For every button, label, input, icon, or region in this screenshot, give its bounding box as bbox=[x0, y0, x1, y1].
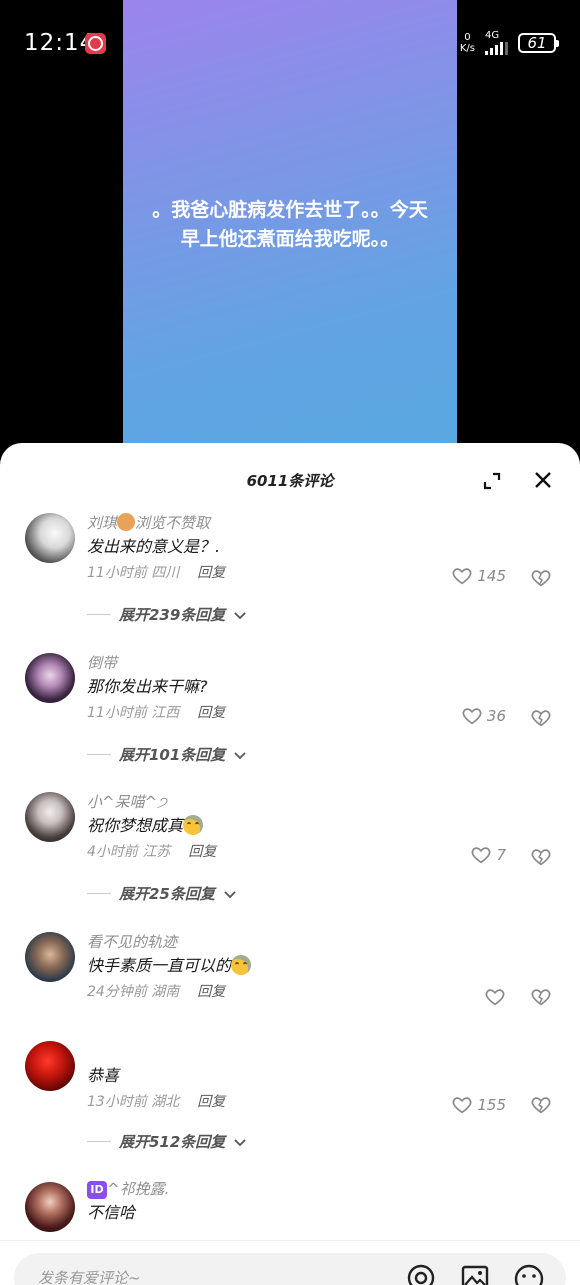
network-type: 4G bbox=[485, 30, 500, 41]
expand-replies-label: 展开512条回复 bbox=[119, 1133, 226, 1151]
username-text: 刘琪 bbox=[87, 514, 118, 532]
heart-icon bbox=[452, 1097, 472, 1114]
heart-icon bbox=[472, 847, 491, 864]
comment-time: 11小时前 bbox=[87, 705, 147, 721]
comment-username[interactable]: 看不见的轨迹 bbox=[87, 931, 560, 953]
comment-input-placeholder: 发条有爱评论~ bbox=[38, 1269, 141, 1285]
video-player[interactable]: 。我爸心脏病发作去世了。。今天早上他还煮面给我吃呢。。 bbox=[123, 0, 457, 460]
comment-text: 那你发出来干嘛? bbox=[87, 677, 208, 696]
battery-level: 61 bbox=[527, 34, 547, 52]
expand-replies-label: 展开25条回复 bbox=[119, 885, 215, 903]
avatar[interactable] bbox=[25, 1041, 75, 1091]
expand-replies-button[interactable]: 展开101条回复 bbox=[87, 744, 247, 765]
avatar[interactable] bbox=[25, 653, 75, 703]
video-caption: 。我爸心脏病发作去世了。。今天早上他还煮面给我吃呢。。 bbox=[152, 199, 428, 250]
comment-location: 湖南 bbox=[151, 984, 180, 1000]
comment-time: 13小时前 bbox=[87, 1094, 147, 1110]
comment-text-content: 祝你梦想成真 bbox=[87, 816, 184, 835]
reply-button[interactable]: 回复 bbox=[197, 565, 225, 581]
like-button[interactable]: 7 bbox=[470, 844, 506, 866]
username-suffix: 浏览不赞取 bbox=[135, 514, 211, 532]
crying-laughing-emoji-icon bbox=[183, 815, 204, 835]
id-badge: ID bbox=[87, 1181, 107, 1199]
comment-text: 发出来的意义是？. bbox=[87, 537, 221, 556]
cellular-signal-icon: 4G bbox=[485, 31, 508, 55]
crying-laughing-emoji-icon bbox=[231, 955, 252, 975]
chevron-down-icon bbox=[224, 890, 236, 898]
divider-line bbox=[87, 754, 111, 755]
chevron-down-icon bbox=[234, 1138, 246, 1146]
image-icon[interactable] bbox=[460, 1263, 490, 1285]
like-button[interactable] bbox=[484, 986, 506, 1008]
broken-heart-icon[interactable] bbox=[530, 1094, 552, 1116]
comment-text: 恭喜 bbox=[87, 1066, 120, 1085]
comment-location: 四川 bbox=[151, 565, 180, 581]
close-icon[interactable] bbox=[533, 470, 553, 490]
expand-replies-button[interactable]: 展开239条回复 bbox=[87, 604, 247, 625]
divider-line bbox=[87, 614, 111, 615]
divider-line bbox=[87, 1141, 111, 1142]
expand-replies-label: 展开101条回复 bbox=[119, 746, 226, 764]
expand-replies-button[interactable]: 展开512条回复 bbox=[87, 1131, 247, 1152]
comment-time: 4小时前 bbox=[87, 844, 138, 860]
comment-text-content: 快手素质一直可以的 bbox=[87, 956, 232, 975]
at-mention-icon[interactable] bbox=[406, 1263, 436, 1285]
chevron-down-icon bbox=[234, 751, 246, 759]
broken-heart-icon[interactable] bbox=[530, 846, 552, 868]
like-count: 155 bbox=[477, 1096, 506, 1114]
net-speed-value: 0 bbox=[464, 32, 471, 43]
divider-line bbox=[87, 893, 111, 894]
net-speed-unit: K/s bbox=[459, 43, 475, 54]
reply-button[interactable]: 回复 bbox=[197, 984, 225, 1000]
app-notification-icon bbox=[85, 33, 106, 54]
like-button[interactable]: 36 bbox=[461, 705, 506, 727]
expand-replies-label: 展开239条回复 bbox=[119, 606, 226, 624]
broken-heart-icon[interactable] bbox=[530, 567, 552, 589]
reply-button[interactable]: 回复 bbox=[188, 844, 216, 860]
comment-text: 不信哈 bbox=[87, 1203, 136, 1222]
chevron-down-icon bbox=[234, 611, 246, 619]
like-count: 145 bbox=[477, 567, 506, 585]
comment-location: 湖北 bbox=[151, 1094, 180, 1110]
expand-icon[interactable] bbox=[482, 471, 502, 491]
avatar[interactable] bbox=[25, 1182, 75, 1232]
like-button[interactable]: 145 bbox=[451, 565, 506, 587]
expand-replies-button[interactable]: 展开25条回复 bbox=[87, 883, 237, 904]
heart-icon bbox=[462, 708, 482, 725]
net-speed: 0 K/s bbox=[460, 32, 475, 54]
heart-icon bbox=[452, 568, 472, 585]
comment-location: 江苏 bbox=[142, 844, 171, 860]
avatar[interactable] bbox=[25, 792, 75, 842]
broken-heart-icon[interactable] bbox=[530, 707, 552, 729]
comment-input-bar: 发条有爱评论~ bbox=[0, 1240, 580, 1285]
emoji-icon[interactable] bbox=[513, 1263, 545, 1285]
heart-icon bbox=[485, 989, 505, 1006]
comment-time: 24分钟前 bbox=[87, 984, 147, 1000]
avatar[interactable] bbox=[25, 513, 75, 563]
comment-text: 祝你梦想成真 bbox=[87, 813, 560, 839]
broken-heart-icon[interactable] bbox=[530, 986, 552, 1008]
comments-header: 6011条评论 bbox=[0, 443, 580, 519]
comment-text: 快手素质一直可以的 bbox=[87, 953, 560, 979]
comment-username[interactable]: ID ^祁挽露. bbox=[87, 1178, 560, 1200]
comment-location: 江西 bbox=[151, 705, 180, 721]
username-text: ^祁挽露. bbox=[107, 1180, 170, 1198]
comment-time: 11小时前 bbox=[87, 565, 147, 581]
avatar[interactable] bbox=[25, 932, 75, 982]
reply-button[interactable]: 回复 bbox=[197, 1094, 225, 1110]
comment-username[interactable]: 小^呆喵^੭ bbox=[87, 791, 560, 813]
comments-sheet: 6011条评论 刘琪 浏览不赞取 发出来的意义是？. 11小时前 四川 回复 145… bbox=[0, 443, 580, 1285]
comment-username[interactable]: 倒带 bbox=[87, 652, 560, 674]
like-count: 36 bbox=[486, 707, 506, 725]
dog-emoji-icon bbox=[117, 513, 136, 531]
like-count: 7 bbox=[496, 846, 506, 864]
like-button[interactable]: 155 bbox=[451, 1094, 506, 1116]
battery-icon: 61 bbox=[518, 33, 559, 53]
comment-username[interactable]: 刘琪 浏览不赞取 bbox=[87, 512, 560, 534]
reply-button[interactable]: 回复 bbox=[197, 705, 225, 721]
